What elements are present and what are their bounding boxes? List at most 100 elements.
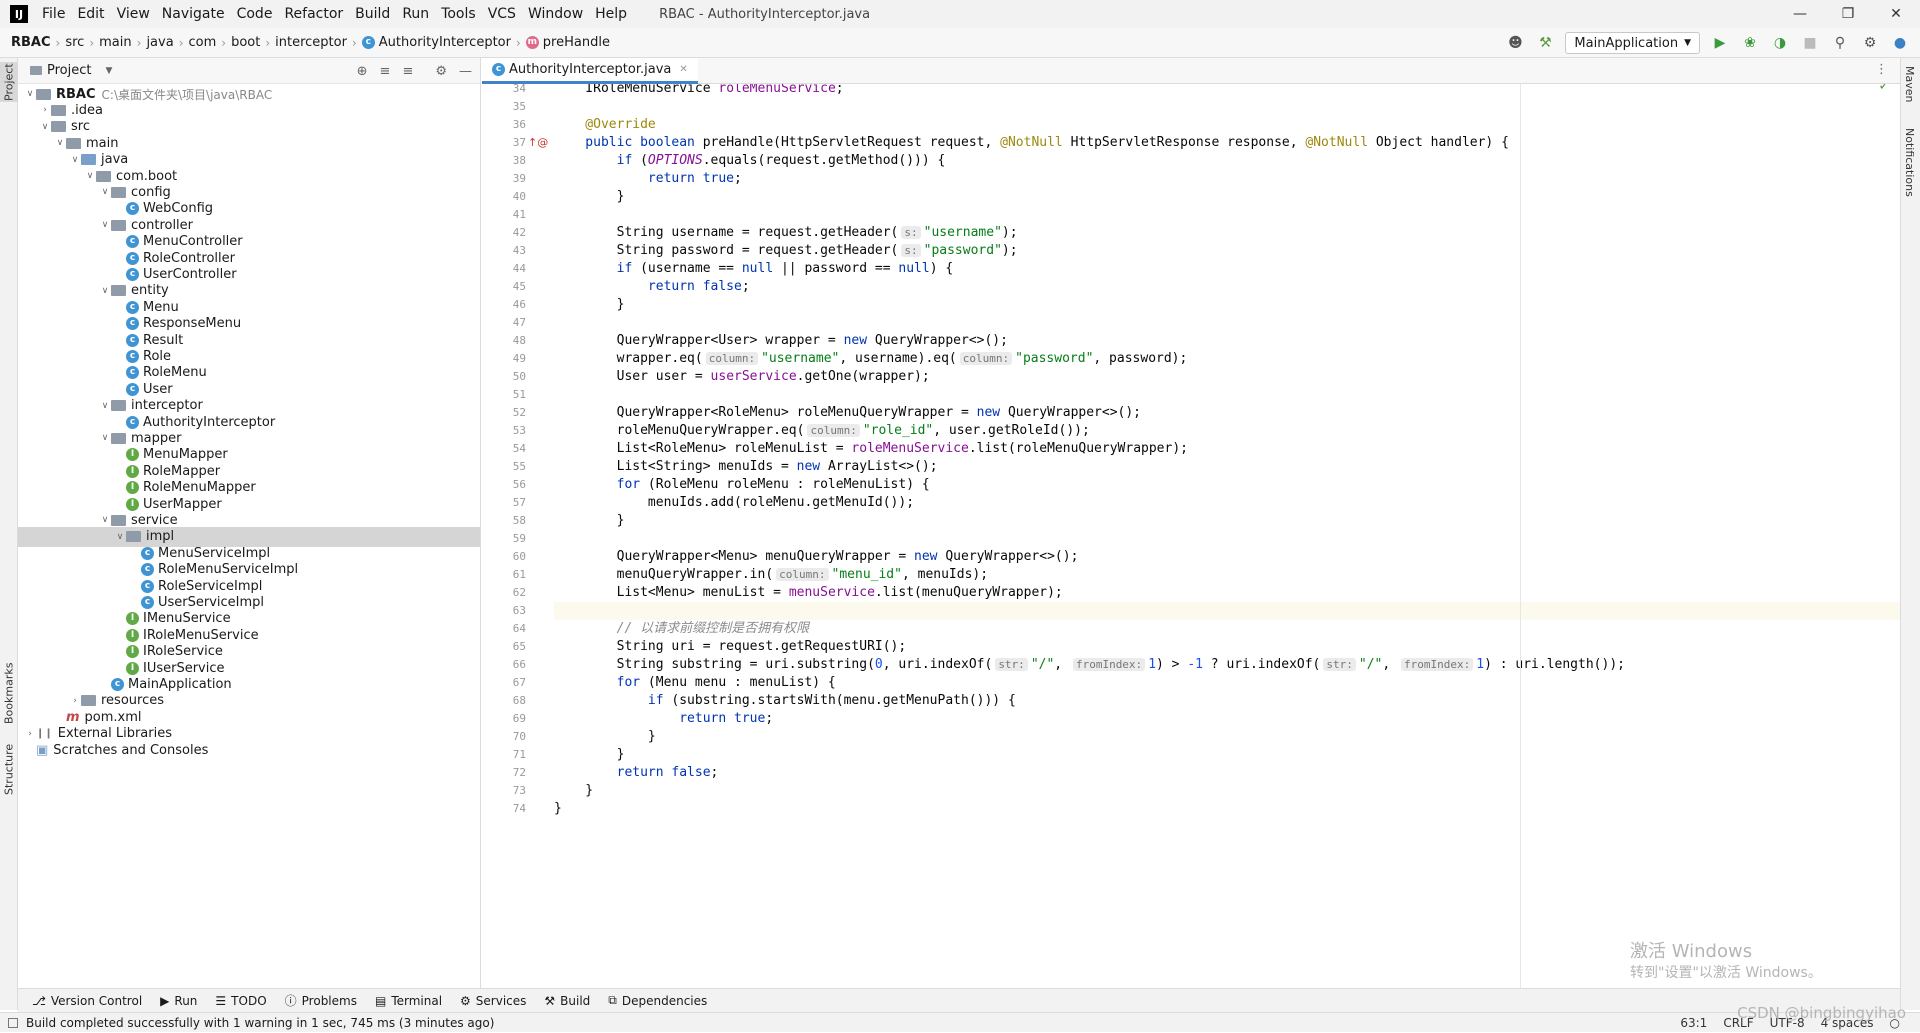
stop-icon[interactable]: ■ [1800,33,1820,53]
project-panel-title[interactable]: Project [47,63,91,78]
chevron-right-icon[interactable]: › [39,105,51,115]
chevron-down-icon[interactable]: ∨ [114,532,126,542]
code-line[interactable]: // 以请求前缀控制是否拥有权限 [554,620,809,638]
code-line[interactable]: menuIds.add(roleMenu.getMenuId()); [554,494,914,512]
chevron-down-icon[interactable]: ∨ [99,187,111,197]
bookmarks-side-tab[interactable]: Bookmarks [0,658,18,728]
code-line[interactable]: wrapper.eq(column: "username", username).… [554,350,1188,368]
chevron-down-icon[interactable]: ∨ [99,220,111,230]
code-line[interactable]: QueryWrapper<User> wrapper = new QueryWr… [554,332,1008,350]
tab-authority-interceptor[interactable]: c AuthorityInterceptor.java ✕ [482,58,698,84]
breadcrumb-item[interactable]: RBAC [8,35,54,50]
debug-icon[interactable]: ❀ [1740,33,1760,53]
chevron-down-icon[interactable]: ∨ [24,89,36,99]
code-line[interactable]: User user = userService.getOne(wrapper); [554,368,930,386]
toolwindow-version-control[interactable]: ⎇ Version Control [32,994,142,1008]
run-icon[interactable]: ▶ [1710,33,1730,53]
menu-view[interactable]: View [111,0,156,28]
code-line[interactable]: } [554,746,625,764]
code-line[interactable]: List<Menu> menuList = menuService.list(m… [554,584,1063,602]
chevron-right-icon[interactable]: › [69,696,81,706]
menu-navigate[interactable]: Navigate [156,0,231,28]
status-square-icon[interactable] [8,1017,18,1028]
chevron-right-icon[interactable]: › [24,729,36,739]
gear-icon[interactable]: ⚙ [435,64,447,79]
menu-window[interactable]: Window [522,0,589,28]
minimize-button[interactable]: — [1776,0,1824,28]
toolwindow-terminal[interactable]: ▤ Terminal [375,994,442,1008]
status-message[interactable]: Build completed successfully with 1 warn… [26,1016,494,1030]
notifications-side-tab[interactable]: Notifications [1903,128,1916,197]
toolwindow-todo[interactable]: ☰ TODO [215,994,266,1008]
chevron-down-icon[interactable]: ∨ [84,171,96,181]
code-line[interactable]: menuQueryWrapper.in(column: "menu_id", me… [554,566,988,584]
menu-tools[interactable]: Tools [435,0,482,28]
code-line[interactable]: public boolean preHandle(HttpServletRequ… [554,134,1509,152]
code-line[interactable]: } [554,800,562,818]
code-line[interactable]: List<RoleMenu> roleMenuList = roleMenuSe… [554,440,1188,458]
code-line[interactable]: if (substring.startsWith(menu.getMenuPat… [554,692,1016,710]
build-hammer-icon[interactable]: ⚒ [1535,33,1555,53]
code-line[interactable]: IRoleMenuService roleMenuService; [554,84,843,98]
code-line[interactable]: return false; [554,764,719,782]
code-line[interactable]: QueryWrapper<Menu> menuQueryWrapper = ne… [554,548,1079,566]
code-line[interactable]: if (OPTIONS.equals(request.getMethod()))… [554,152,946,170]
maven-side-tab[interactable]: Maven [1903,66,1916,102]
code-line[interactable]: String password = request.getHeader(s: "p… [554,242,1018,260]
toolwindow-services[interactable]: ⚙ Services [460,994,526,1008]
hide-panel-icon[interactable]: — [459,64,472,79]
more-tabs-icon[interactable]: ⋮ [1875,62,1888,77]
code-line[interactable]: QueryWrapper<RoleMenu> roleMenuQueryWrap… [554,404,1141,422]
override-marker-icon[interactable]: ↑@ [528,134,548,152]
code-line[interactable]: for (RoleMenu roleMenu : roleMenuList) { [554,476,930,494]
run-configuration-select[interactable]: MainApplication ▼ [1565,32,1700,54]
breadcrumb-item[interactable]: c AuthorityInterceptor [359,35,514,50]
code-line[interactable]: @Override [554,116,655,134]
chevron-down-icon[interactable]: ∨ [54,138,66,148]
coverage-icon[interactable]: ◑ [1770,33,1790,53]
code-line[interactable]: if (username == null || password == null… [554,260,954,278]
code-line[interactable]: for (Menu menu : menuList) { [554,674,836,692]
restore-button[interactable]: ❐ [1824,0,1872,28]
menu-file[interactable]: File [36,0,71,28]
menu-code[interactable]: Code [231,0,279,28]
chevron-down-icon[interactable]: ∨ [99,515,111,525]
user-icon[interactable]: ☻ [1505,33,1525,53]
code-line[interactable]: } [554,296,625,314]
breadcrumb-item[interactable]: com [186,35,220,50]
chevron-down-icon[interactable]: ∨ [99,433,111,443]
menu-edit[interactable]: Edit [71,0,110,28]
code-line[interactable]: return true; [554,710,773,728]
menu-run[interactable]: Run [396,0,435,28]
code-editor[interactable]: 34 35 36 37 ↑@ 38 39 40 41 42 43 44 45 46 47 48 49 50 51 52… [482,84,1900,988]
toolwindow-problems[interactable]: ⓘ Problems [285,992,357,1009]
tree-item[interactable]: ▣ Scratches and Consoles [18,740,480,760]
chevron-down-icon[interactable]: ∨ [99,286,111,296]
breadcrumb-item[interactable]: m preHandle [523,35,613,50]
breadcrumb-item[interactable]: src [62,35,87,50]
chevron-down-icon[interactable]: ∨ [39,122,51,132]
structure-side-tab[interactable]: Structure [0,738,18,800]
toolwindow-dependencies[interactable]: ⧉ Dependencies [608,993,707,1008]
chevron-down-icon[interactable]: ∨ [69,155,81,165]
breadcrumb-item[interactable]: interceptor [272,35,350,50]
expand-all-icon[interactable]: ≡ [380,64,391,79]
close-window-button[interactable]: ✕ [1872,0,1920,28]
locate-icon[interactable]: ⊕ [357,64,368,79]
chevron-down-icon[interactable]: ∨ [99,401,111,411]
code-line[interactable]: String uri = request.getRequestURI(); [554,638,907,656]
menu-help[interactable]: Help [589,0,633,28]
code-line[interactable]: return true; [554,170,742,188]
settings-gear-icon[interactable]: ⚙ [1860,33,1880,53]
code-line[interactable]: String username = request.getHeader(s: "u… [554,224,1018,242]
search-icon[interactable]: ⚲ [1830,33,1850,53]
code-line[interactable]: String substring = uri.substring(0, uri.… [554,656,1625,674]
close-tab-icon[interactable]: ✕ [679,64,687,75]
code-line[interactable]: } [554,512,625,530]
chevron-down-icon[interactable]: ▼ [105,66,112,76]
menu-refactor[interactable]: Refactor [278,0,349,28]
breadcrumb-item[interactable]: boot [228,35,263,50]
breadcrumb-item[interactable]: java [143,35,176,50]
project-side-tab[interactable]: Project [0,62,18,102]
code-line[interactable]: } [554,188,625,206]
